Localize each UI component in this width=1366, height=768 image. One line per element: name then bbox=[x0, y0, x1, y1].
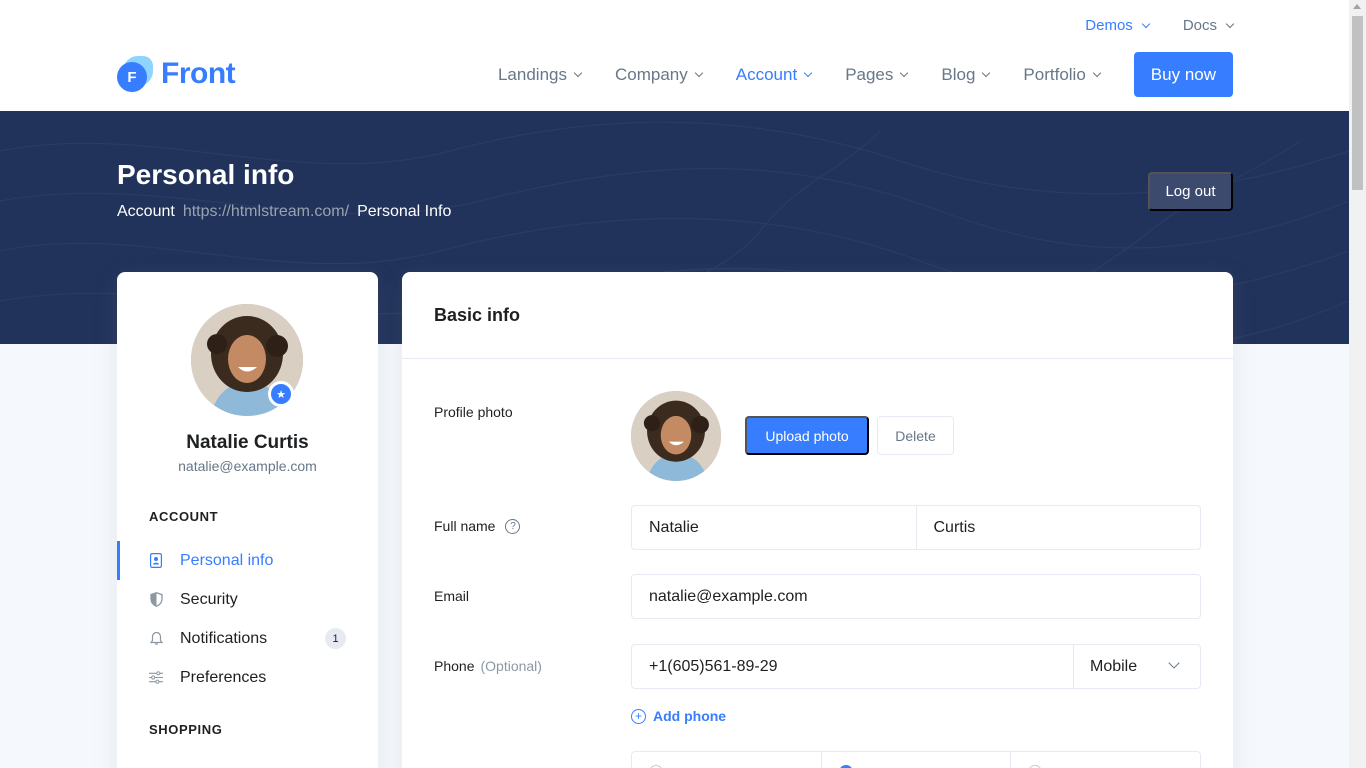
sidebar-item-label: Security bbox=[180, 590, 238, 608]
email-input[interactable] bbox=[632, 575, 1200, 618]
nav-item-label: Pages bbox=[845, 64, 894, 84]
sidebar-item-label: Notifications bbox=[180, 629, 268, 647]
profile-photo bbox=[631, 391, 721, 481]
full-name-label-text: Full name bbox=[434, 518, 496, 534]
phone-label-text: Phone bbox=[434, 658, 475, 674]
email-label-text: Email bbox=[434, 588, 470, 604]
topbar-demos-link[interactable]: Demos bbox=[1085, 17, 1151, 34]
chevron-down-icon bbox=[1225, 19, 1235, 28]
notification-count-badge: 1 bbox=[325, 628, 346, 649]
nav-item-blog[interactable]: Blog bbox=[941, 64, 991, 85]
phone-type-select[interactable]: Mobile bbox=[1073, 645, 1200, 688]
sidebar-item-notifications[interactable]: Notifications 1 bbox=[117, 619, 378, 658]
sidebar-item-label: Preferences bbox=[180, 668, 267, 686]
question-circle-icon[interactable]: ? bbox=[505, 518, 521, 534]
page-scrollbar[interactable] bbox=[1349, 0, 1366, 768]
page-title: Personal info bbox=[117, 159, 295, 190]
breadcrumb-account[interactable]: Account bbox=[117, 203, 175, 221]
sidebar-item-security[interactable]: Security bbox=[117, 580, 378, 619]
phone-group: Mobile bbox=[631, 644, 1201, 689]
sliders-icon bbox=[149, 670, 163, 686]
segment-option[interactable] bbox=[820, 752, 1011, 768]
main-nav: Landings Company Account Pages Blog Port… bbox=[498, 52, 1233, 97]
basic-info-card: Basic info Profile photo Upload photo De… bbox=[402, 272, 1233, 768]
buy-now-button[interactable]: Buy now bbox=[1133, 52, 1233, 97]
nav-item-pages[interactable]: Pages bbox=[845, 64, 909, 85]
card-title: Basic info bbox=[434, 305, 521, 325]
chevron-down-icon bbox=[694, 68, 703, 77]
id-card-icon bbox=[149, 553, 163, 569]
upload-photo-button[interactable]: Upload photo bbox=[745, 416, 869, 455]
nav-item-label: Blog bbox=[941, 64, 976, 84]
segment-option[interactable] bbox=[1010, 752, 1200, 768]
chevron-down-icon bbox=[1141, 19, 1151, 28]
site-header: Demos Docs F Front Landings Company Acco… bbox=[0, 0, 1349, 111]
chevron-down-icon bbox=[1168, 657, 1180, 669]
nav-item-label: Company bbox=[614, 64, 688, 84]
chevron-down-icon bbox=[1092, 68, 1102, 77]
sidebar-item-label: Personal info bbox=[180, 551, 274, 569]
star-icon: ★ bbox=[268, 381, 294, 407]
nav-item-company[interactable]: Company bbox=[614, 64, 703, 85]
phone-label: Phone (Optional) bbox=[434, 658, 542, 674]
phone-type-value: Mobile bbox=[1090, 657, 1138, 675]
nav-item-account[interactable]: Account bbox=[735, 64, 813, 85]
breadcrumb: Account https://htmlstream.com/ Personal… bbox=[117, 203, 451, 221]
chevron-down-icon bbox=[982, 68, 991, 77]
scrollbar-thumb[interactable] bbox=[1352, 16, 1363, 190]
full-name-label: Full name ? bbox=[434, 518, 521, 534]
scroll-up-icon[interactable] bbox=[1353, 4, 1361, 9]
logout-button[interactable]: Log out bbox=[1148, 172, 1233, 211]
chevron-down-icon bbox=[803, 68, 813, 77]
option-segment bbox=[631, 751, 1201, 768]
profile-photo-label-text: Profile photo bbox=[434, 404, 513, 420]
bell-icon bbox=[149, 631, 163, 647]
user-email: natalie@example.com bbox=[178, 458, 317, 474]
add-phone-link[interactable]: + Add phone bbox=[631, 708, 726, 724]
breadcrumb-url[interactable]: https://htmlstream.com/ bbox=[183, 203, 349, 221]
email-label: Email bbox=[434, 588, 469, 604]
email-group bbox=[631, 574, 1201, 619]
shopping-section-heading: SHOPPING bbox=[149, 722, 223, 737]
add-phone-label: Add phone bbox=[653, 708, 727, 724]
plus-circle-icon: + bbox=[631, 708, 646, 724]
user-name: Natalie Curtis bbox=[186, 432, 309, 453]
topbar: Demos Docs bbox=[1085, 17, 1235, 34]
phone-optional-text: (Optional) bbox=[480, 658, 542, 674]
nav-item-landings[interactable]: Landings bbox=[497, 64, 583, 85]
card-header: Basic info bbox=[402, 272, 1233, 359]
delete-photo-button[interactable]: Delete bbox=[877, 416, 954, 455]
nav-item-label: Account bbox=[735, 64, 798, 84]
topbar-docs-link[interactable]: Docs bbox=[1182, 17, 1235, 34]
account-sidebar: ★ Natalie Curtis natalie@example.com ACC… bbox=[117, 272, 378, 768]
sidebar-item-preferences[interactable]: Preferences bbox=[117, 658, 378, 697]
brand-name: Front bbox=[161, 57, 236, 90]
account-nav: Personal info Security Notifications 1 P… bbox=[117, 541, 378, 697]
brand-logo[interactable]: F Front bbox=[117, 56, 236, 92]
nav-item-portfolio[interactable]: Portfolio bbox=[1023, 64, 1102, 85]
topbar-docs-label: Docs bbox=[1182, 17, 1217, 34]
full-name-group bbox=[631, 505, 1201, 550]
account-section-heading: ACCOUNT bbox=[149, 509, 219, 524]
last-name-input[interactable] bbox=[915, 506, 1200, 549]
segment-option[interactable] bbox=[632, 752, 821, 768]
breadcrumb-current: Personal Info bbox=[357, 203, 452, 220]
chevron-down-icon bbox=[573, 68, 583, 77]
topbar-demos-label: Demos bbox=[1085, 17, 1133, 34]
profile-photo-label: Profile photo bbox=[434, 404, 513, 420]
shield-icon bbox=[149, 592, 163, 608]
first-name-input[interactable] bbox=[632, 506, 916, 549]
chevron-down-icon bbox=[900, 68, 909, 77]
phone-input[interactable] bbox=[632, 645, 1073, 688]
sidebar-item-personal-info[interactable]: Personal info bbox=[117, 541, 378, 580]
nav-item-label: Portfolio bbox=[1023, 64, 1086, 84]
logo-icon: F bbox=[117, 56, 153, 92]
nav-item-label: Landings bbox=[497, 64, 567, 84]
